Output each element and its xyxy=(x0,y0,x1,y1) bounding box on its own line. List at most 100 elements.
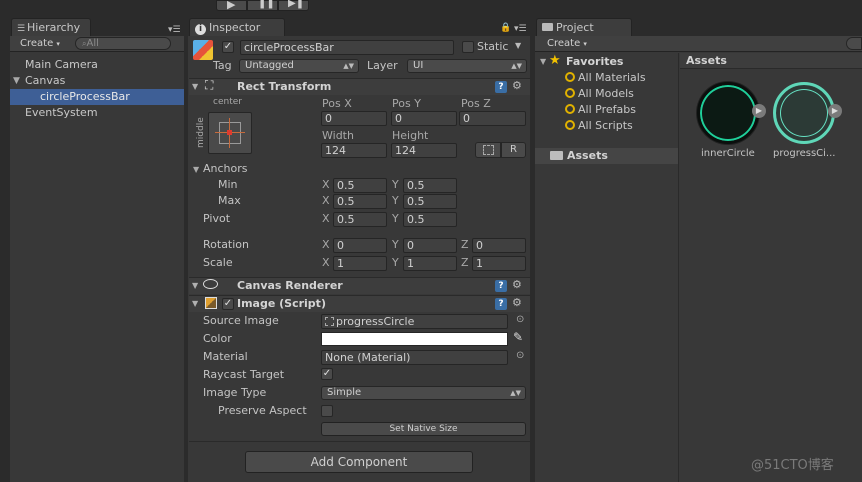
image-type-dropdown[interactable]: Simple ▲▼ xyxy=(321,386,526,400)
color-label: Color xyxy=(203,332,232,345)
favorites-label[interactable]: Favorites xyxy=(566,55,623,68)
asset-label-innercircle: innerCircle xyxy=(701,148,755,159)
expand-arrow-icon[interactable]: ▶ xyxy=(752,104,766,118)
favorite-all-scripts[interactable]: All Scripts xyxy=(565,119,633,133)
chevron-down-icon: ▾ xyxy=(56,40,60,48)
pos-z-field[interactable]: 0 xyxy=(459,111,526,126)
help-icon[interactable]: ? xyxy=(495,81,507,93)
raycast-target-checkbox[interactable]: ✓ xyxy=(321,368,333,380)
assets-folder-row[interactable]: Assets xyxy=(535,148,678,164)
gameobject-cube-icon xyxy=(193,40,213,60)
static-checkbox[interactable] xyxy=(462,41,474,53)
tab-project[interactable]: Project xyxy=(536,18,632,37)
pivot-y-field[interactable]: 0.5 xyxy=(403,212,457,227)
object-name-field[interactable]: circleProcessBar xyxy=(240,40,454,55)
fold-down-icon[interactable]: ▼ xyxy=(540,57,546,66)
scale-y-field[interactable]: 1 xyxy=(403,256,457,271)
static-dropdown-icon[interactable]: ▼ xyxy=(515,41,521,50)
hierarchy-item-eventsystem[interactable]: EventSystem xyxy=(10,105,184,121)
anchor-max-y-label: Y xyxy=(392,194,399,207)
gear-icon[interactable]: ⚙ xyxy=(512,278,522,291)
anchor-max-x-field[interactable]: 0.5 xyxy=(333,194,387,209)
hierarchy-item-canvas[interactable]: ▼ Canvas xyxy=(10,73,184,89)
eye-icon xyxy=(203,279,218,289)
scale-y-label: Y xyxy=(392,256,399,269)
object-picker-icon[interactable]: ⊙ xyxy=(516,314,524,325)
blueprint-icon xyxy=(483,145,494,155)
pos-y-field[interactable]: 0 xyxy=(391,111,457,126)
anchor-min-x-field[interactable]: 0.5 xyxy=(333,178,387,193)
help-icon[interactable]: ? xyxy=(495,280,507,292)
hierarchy-search-input[interactable]: ⌕All xyxy=(75,37,171,50)
anchor-preset-button[interactable] xyxy=(208,112,252,154)
inspector-menu-icon[interactable]: ▾☰ xyxy=(514,24,527,34)
object-picker-icon[interactable]: ⊙ xyxy=(516,350,524,361)
rotation-x-field[interactable]: 0 xyxy=(333,238,387,253)
tab-hierarchy-label: Hierarchy xyxy=(27,21,81,34)
rotation-y-label: Y xyxy=(392,238,399,251)
hierarchy-item-label: Main Camera xyxy=(25,58,98,71)
add-component-label: Add Component xyxy=(310,455,408,469)
gear-icon[interactable]: ⚙ xyxy=(512,296,522,309)
scale-x-field[interactable]: 1 xyxy=(333,256,387,271)
preserve-aspect-checkbox[interactable] xyxy=(321,405,333,417)
anchor-preset-top-label: center xyxy=(213,97,242,107)
sprite-icon xyxy=(325,317,334,326)
pause-button[interactable]: ❚❚ xyxy=(247,0,278,11)
hierarchy-menu-icon[interactable]: ▾☰ xyxy=(168,25,181,35)
image-enabled-checkbox[interactable]: ✓ xyxy=(222,298,234,310)
tag-dropdown[interactable]: Untagged ▲▼ xyxy=(239,59,359,73)
layer-dropdown[interactable]: UI ▲▼ xyxy=(407,59,527,73)
fold-down-icon[interactable]: ▼ xyxy=(193,165,199,174)
project-create-dropdown[interactable]: Create ▾ xyxy=(544,38,590,51)
search-icon xyxy=(565,104,575,114)
favorite-all-materials[interactable]: All Materials xyxy=(565,71,646,85)
material-label: Material xyxy=(203,350,248,363)
help-icon[interactable]: ? xyxy=(495,298,507,310)
active-checkbox[interactable]: ✓ xyxy=(222,41,234,53)
rect-transform-header[interactable]: ▼ ⛶ Rect Transform ? ⚙ xyxy=(189,78,530,95)
source-image-value: progressCircle xyxy=(336,315,415,328)
blueprint-mode-button[interactable] xyxy=(475,142,501,158)
hierarchy-item-main-camera[interactable]: Main Camera xyxy=(10,57,184,73)
asset-thumbnail-progresscircle[interactable] xyxy=(773,82,835,144)
pivot-x-field[interactable]: 0.5 xyxy=(333,212,387,227)
hierarchy-create-dropdown[interactable]: Create ▾ xyxy=(17,38,63,51)
rotation-z-field[interactable]: 0 xyxy=(472,238,526,253)
source-image-field[interactable]: progressCircle xyxy=(321,314,508,329)
asset-thumbnail-innercircle[interactable] xyxy=(697,82,759,144)
pos-x-field[interactable]: 0 xyxy=(321,111,387,126)
fold-down-icon: ▼ xyxy=(13,76,20,86)
rect-transform-icon: ⛶ xyxy=(205,78,214,92)
chevron-down-icon: ▾ xyxy=(583,40,587,48)
width-field[interactable]: 124 xyxy=(321,143,387,158)
image-script-header[interactable]: ▼ ✓ Image (Script) ? ⚙ xyxy=(189,295,530,312)
eyedropper-icon[interactable]: ✎ xyxy=(513,330,523,344)
raw-edit-button[interactable]: R xyxy=(501,142,526,158)
material-field[interactable]: None (Material) xyxy=(321,350,508,365)
color-swatch[interactable] xyxy=(321,332,508,346)
anchor-max-y-field[interactable]: 0.5 xyxy=(403,194,457,209)
anchor-min-y-field[interactable]: 0.5 xyxy=(403,178,457,193)
favorite-all-prefabs[interactable]: All Prefabs xyxy=(565,103,636,117)
scale-z-field[interactable]: 1 xyxy=(472,256,526,271)
rotation-y-field[interactable]: 0 xyxy=(403,238,457,253)
favorite-all-models[interactable]: All Models xyxy=(565,87,634,101)
list-icon: ☰ xyxy=(17,24,26,34)
tab-hierarchy[interactable]: ☰ Hierarchy xyxy=(11,18,91,37)
project-search-input[interactable] xyxy=(846,37,862,50)
hierarchy-item-circleprocessbar[interactable]: circleProcessBar xyxy=(10,89,184,105)
play-controls: ▶ ❚❚ ▶❚ xyxy=(216,0,312,11)
step-button[interactable]: ▶❚ xyxy=(278,0,309,11)
search-icon xyxy=(565,88,575,98)
expand-arrow-icon[interactable]: ▶ xyxy=(828,104,842,118)
lock-icon[interactable]: 🔒 xyxy=(500,23,511,33)
tab-inspector[interactable]: i Inspector xyxy=(189,18,285,37)
gear-icon[interactable]: ⚙ xyxy=(512,79,522,92)
height-field[interactable]: 124 xyxy=(391,143,457,158)
asset-label-progresscircle: progressCi... xyxy=(773,148,836,159)
play-button[interactable]: ▶ xyxy=(216,0,247,11)
add-component-button[interactable]: Add Component xyxy=(245,451,473,473)
canvas-renderer-header[interactable]: ▼ Canvas Renderer ? ⚙ xyxy=(189,277,530,294)
set-native-size-button[interactable]: Set Native Size xyxy=(321,422,526,436)
